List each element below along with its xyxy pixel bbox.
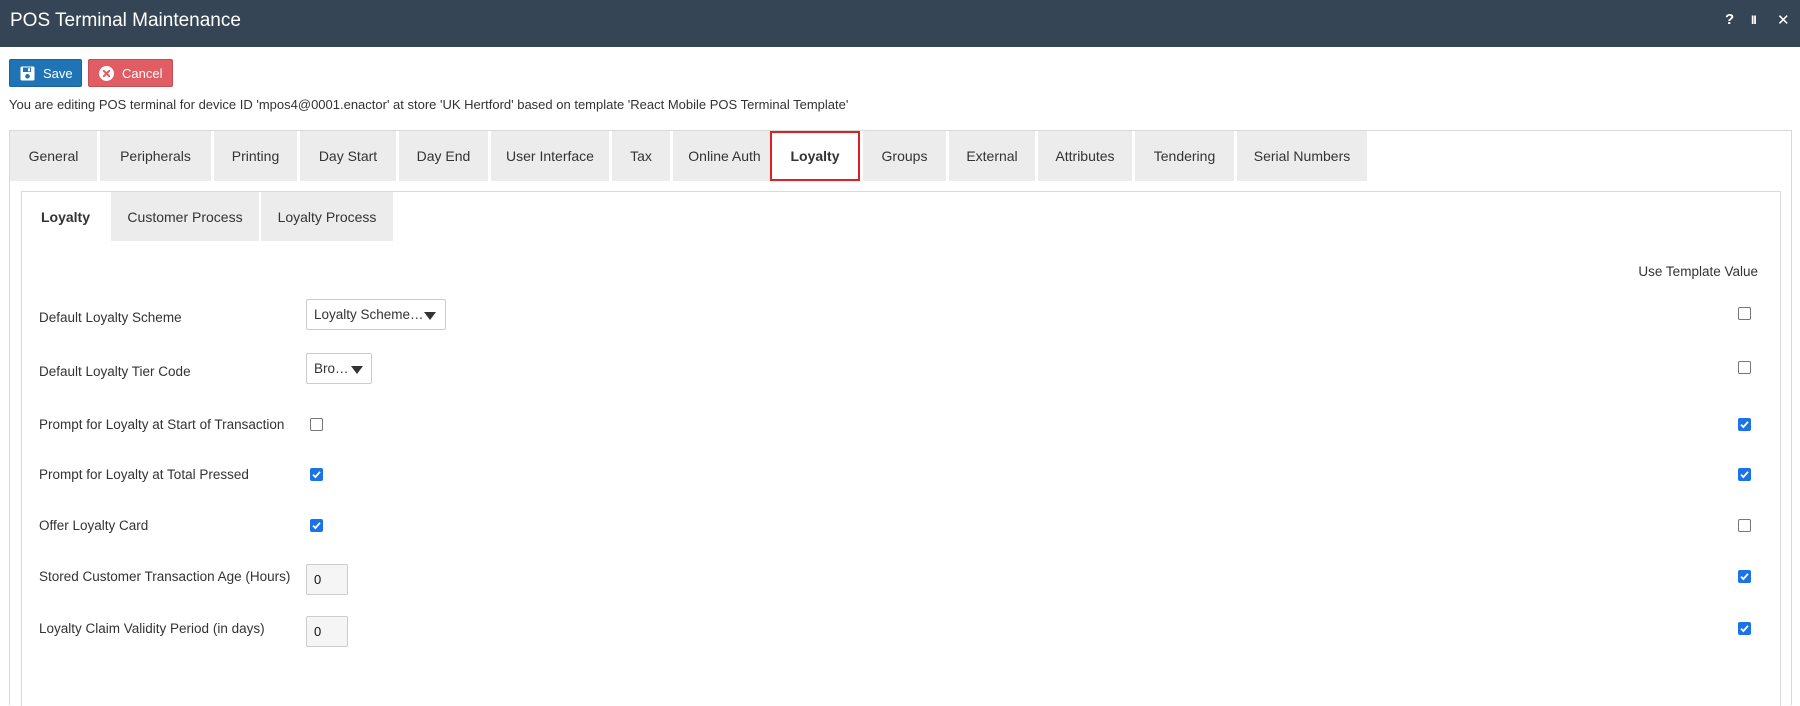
default-loyalty-scheme-select[interactable]: Loyalty Scheme… [306, 299, 446, 330]
tab-printing[interactable]: Printing [214, 131, 297, 181]
tab-label: Serial Numbers [1253, 148, 1351, 164]
subtab-label: Loyalty Process [277, 208, 377, 225]
subtab-loyalty-process[interactable]: Loyalty Process [261, 192, 393, 241]
cancel-button[interactable]: Cancel [88, 59, 173, 87]
tab-attributes[interactable]: Attributes [1038, 131, 1132, 181]
title-bar: POS Terminal Maintenance ? II ✕ [0, 0, 1800, 47]
subtab-label: Customer Process [127, 208, 243, 225]
tab-day-start[interactable]: Day Start [300, 131, 396, 181]
tab-label: External [966, 148, 1018, 164]
save-icon [20, 66, 35, 84]
tab-label: User Interface [506, 148, 594, 164]
prompt-loyalty-total-checkbox[interactable] [310, 468, 323, 481]
tab-tendering[interactable]: Tendering [1135, 131, 1234, 181]
tab-label: Online Auth [688, 148, 761, 164]
tab-label: Attributes [1055, 148, 1115, 164]
tab-label: Groups [881, 148, 928, 164]
main-tab-panel: General Peripherals Printing Day Start D… [9, 130, 1792, 706]
close-icon[interactable]: ✕ [1777, 11, 1790, 29]
tab-serial-numbers[interactable]: Serial Numbers [1237, 131, 1367, 181]
tab-user-interface[interactable]: User Interface [491, 131, 609, 181]
default-loyalty-scheme-label: Default Loyalty Scheme [39, 310, 182, 325]
tab-tax[interactable]: Tax [612, 131, 670, 181]
prompt-loyalty-start-checkbox[interactable] [310, 418, 323, 431]
tab-label: Printing [231, 148, 280, 164]
tab-label: Day End [416, 148, 471, 164]
cancel-label: Cancel [122, 66, 163, 81]
tab-peripherals[interactable]: Peripherals [100, 131, 211, 181]
save-button[interactable]: Save [9, 59, 82, 87]
loyalty-panel: Loyalty Customer Process Loyalty Process… [21, 191, 1781, 706]
loyalty-claim-validity-input[interactable]: 0 [306, 616, 348, 647]
prompt-loyalty-total-template-checkbox[interactable] [1738, 468, 1751, 481]
tab-label: General [28, 148, 79, 164]
tab-label: Tendering [1153, 148, 1216, 164]
tab-label: Peripherals [120, 148, 191, 164]
tab-groups[interactable]: Groups [863, 131, 946, 181]
tab-loyalty[interactable]: Loyalty [770, 131, 860, 181]
tab-external[interactable]: External [949, 131, 1035, 181]
default-loyalty-tier-code-select[interactable]: Bro… [306, 353, 372, 384]
default-loyalty-scheme-template-checkbox[interactable] [1738, 307, 1751, 320]
prompt-loyalty-start-label: Prompt for Loyalty at Start of Transacti… [39, 417, 285, 432]
stored-customer-transaction-age-label: Stored Customer Transaction Age (Hours) [39, 569, 291, 584]
cancel-icon [99, 66, 114, 84]
default-loyalty-tier-code-template-checkbox[interactable] [1738, 361, 1751, 374]
offer-loyalty-card-template-checkbox[interactable] [1738, 519, 1751, 532]
tab-label: Loyalty [790, 148, 840, 164]
subtab-label: Loyalty [40, 208, 90, 225]
tab-general[interactable]: General [10, 131, 97, 181]
prompt-loyalty-start-template-checkbox[interactable] [1738, 418, 1751, 431]
chevron-down-icon [424, 312, 436, 320]
subtab-loyalty[interactable]: Loyalty [22, 192, 109, 241]
editing-info-text: You are editing POS terminal for device … [9, 97, 849, 112]
loyalty-claim-validity-label: Loyalty Claim Validity Period (in days) [39, 621, 265, 636]
default-loyalty-scheme-value: Loyalty Scheme… [314, 307, 424, 322]
default-loyalty-tier-code-label: Default Loyalty Tier Code [39, 364, 191, 379]
tab-online-auth[interactable]: Online Auth [673, 131, 776, 181]
default-loyalty-tier-code-value: Bro… [314, 361, 349, 376]
prompt-loyalty-total-label: Prompt for Loyalty at Total Pressed [39, 467, 249, 482]
tab-day-end[interactable]: Day End [399, 131, 488, 181]
save-label: Save [43, 66, 73, 81]
offer-loyalty-card-label: Offer Loyalty Card [39, 518, 149, 533]
chevron-down-icon [351, 366, 363, 374]
offer-loyalty-card-checkbox[interactable] [310, 519, 323, 532]
help-icon[interactable]: ? [1725, 11, 1734, 28]
loyalty-claim-validity-template-checkbox[interactable] [1738, 622, 1751, 635]
pause-icon[interactable]: II [1751, 13, 1757, 27]
tab-label: Tax [630, 148, 652, 164]
stored-customer-transaction-age-template-checkbox[interactable] [1738, 570, 1751, 583]
stored-customer-transaction-age-input[interactable]: 0 [306, 564, 348, 595]
window-title: POS Terminal Maintenance [10, 10, 241, 31]
tab-label: Day Start [318, 148, 378, 164]
use-template-value-header: Use Template Value [1638, 264, 1758, 279]
subtab-customer-process[interactable]: Customer Process [111, 192, 259, 241]
